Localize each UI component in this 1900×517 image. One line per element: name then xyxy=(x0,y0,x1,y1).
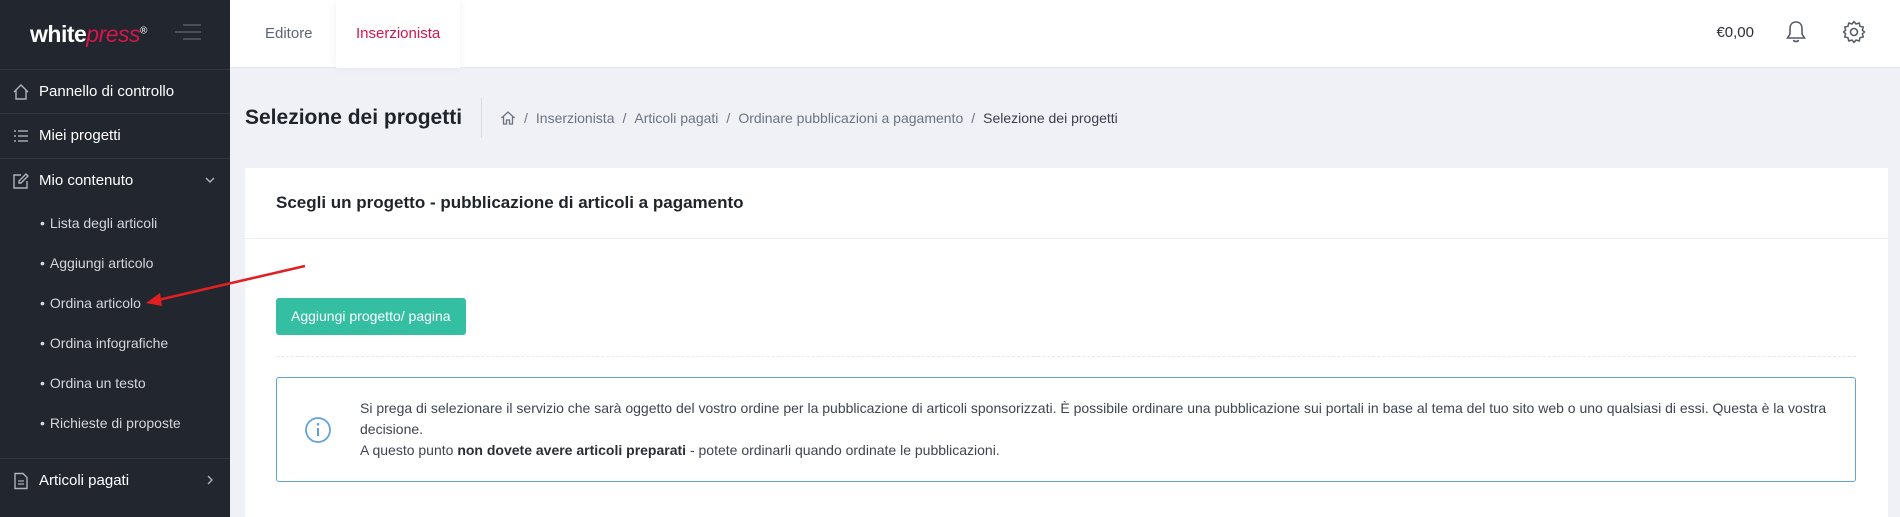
sidebar-subitem-articles-list[interactable]: Lista degli articoli xyxy=(40,213,157,233)
list-icon xyxy=(12,127,30,145)
sidebar-item-label: Miei progetti xyxy=(39,127,121,144)
bell-icon[interactable] xyxy=(1785,20,1807,44)
sidebar-item-label: Articoli pagati xyxy=(39,472,130,489)
sidebar-subitem-order-article[interactable]: Ordina articolo xyxy=(40,293,141,313)
info-line-2: A questo punto non dovete avere articoli… xyxy=(360,442,1000,458)
breadcrumb-current: Selezione dei progetti xyxy=(983,110,1118,126)
menu-toggle-icon[interactable] xyxy=(175,24,201,42)
separator xyxy=(276,356,1856,357)
project-selection-card: Scegli un progetto - pubblicazione di ar… xyxy=(245,168,1888,517)
chevron-down-icon xyxy=(205,177,215,183)
add-project-button[interactable]: Aggiungi progetto/ pagina xyxy=(276,298,466,335)
document-icon xyxy=(12,472,30,490)
sidebar: whitepress® Pannello di controllo Miei p… xyxy=(0,0,230,517)
info-emphasis: non dovete avere articoli preparati xyxy=(457,442,687,458)
info-text: Si prega di selezionare il servizio che … xyxy=(360,398,1840,461)
home-icon xyxy=(12,83,30,101)
sidebar-item-dashboard[interactable]: Pannello di controllo xyxy=(0,69,230,113)
sidebar-item-content[interactable]: Mio contenuto xyxy=(0,158,230,202)
brand: whitepress® xyxy=(0,0,230,69)
sidebar-item-projects[interactable]: Miei progetti xyxy=(0,113,230,157)
page-title: Selezione dei progetti xyxy=(245,106,463,129)
info-alert: Si prega di selezionare il servizio che … xyxy=(276,377,1856,482)
chevron-right-icon xyxy=(207,475,213,485)
sidebar-subitem-order-text[interactable]: Ordina un testo xyxy=(40,373,146,393)
breadcrumb-item[interactable]: Articoli pagati xyxy=(634,110,718,126)
tab-editore[interactable]: Editore xyxy=(245,0,333,68)
edit-icon xyxy=(12,172,30,190)
divider xyxy=(481,98,482,138)
breadcrumb-item[interactable]: Ordinare pubblicazioni a pagamento xyxy=(738,110,963,126)
tab-inserzionista[interactable]: Inserzionista xyxy=(336,0,461,68)
account-balance[interactable]: €0,00 xyxy=(1716,24,1754,41)
gear-icon[interactable] xyxy=(1842,20,1866,44)
home-icon[interactable] xyxy=(500,110,516,126)
top-bar: Editore Inserzionista €0,00 xyxy=(230,0,1900,68)
info-icon xyxy=(305,417,331,443)
card-title: Scegli un progetto - pubblicazione di ar… xyxy=(245,168,1888,239)
info-line-1: Si prega di selezionare il servizio che … xyxy=(360,400,1827,437)
sidebar-item-label: Mio contenuto xyxy=(39,172,134,189)
sidebar-subitem-proposal-requests[interactable]: Richieste di proposte xyxy=(40,413,181,433)
sidebar-item-label: Pannello di controllo xyxy=(39,83,175,100)
sidebar-subitem-order-infographics[interactable]: Ordina infografiche xyxy=(40,333,168,353)
logo[interactable]: whitepress® xyxy=(30,21,147,48)
breadcrumb: / Inserzionista / Articoli pagati / Ordi… xyxy=(500,110,1118,126)
sidebar-item-paid-articles[interactable]: Articoli pagati xyxy=(0,458,230,502)
breadcrumb-item[interactable]: Inserzionista xyxy=(536,110,615,126)
sidebar-subitem-add-article[interactable]: Aggiungi articolo xyxy=(40,253,154,273)
